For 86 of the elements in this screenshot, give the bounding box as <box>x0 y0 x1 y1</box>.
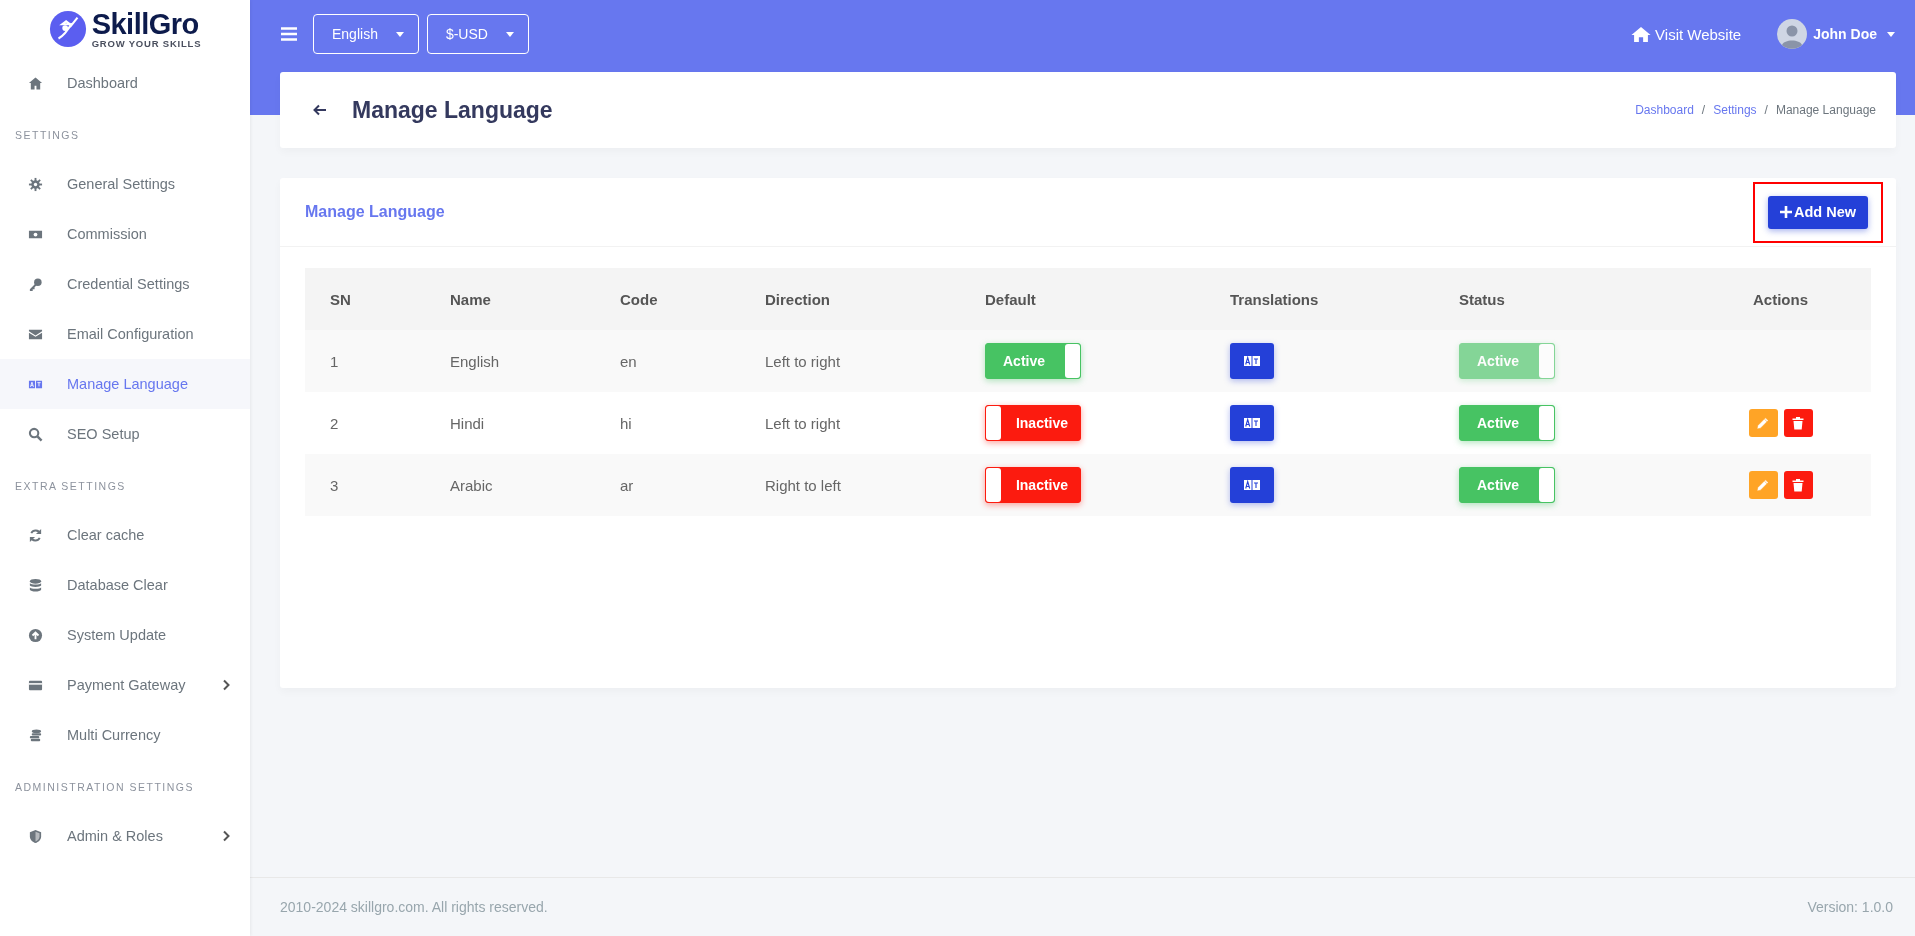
search-icon <box>28 426 43 442</box>
database-icon <box>28 577 43 593</box>
sidebar-item[interactable]: General Settings <box>0 159 250 209</box>
table-cell: Left to right <box>765 414 841 432</box>
sidebar-item[interactable]: Manage Language <box>0 359 250 409</box>
page-title: Manage Language <box>352 96 553 124</box>
coins-icon <box>28 727 43 743</box>
caret-icon <box>1887 31 1895 37</box>
sidebar-item[interactable]: Email Configuration <box>0 309 250 359</box>
sidebar-item[interactable]: Commission <box>0 209 250 259</box>
table-cell: Right to left <box>765 476 841 494</box>
column-header: Direction <box>765 290 830 308</box>
caret-icon <box>395 31 404 37</box>
logo-name: SkillGro <box>91 9 200 39</box>
sidebar-item[interactable]: Payment Gateway <box>0 660 250 710</box>
back-arrow-icon[interactable] <box>313 104 327 116</box>
column-header: SN <box>330 290 351 308</box>
sidebar-item[interactable]: Dashboard <box>0 58 250 108</box>
delete-button[interactable] <box>1783 471 1813 499</box>
table-cell: 3 <box>330 476 339 494</box>
plus-icon <box>1779 206 1792 218</box>
language-icon <box>1244 356 1260 366</box>
visit-website-link[interactable]: Visit Website <box>1631 25 1742 43</box>
table-cell: Hindi <box>450 414 485 432</box>
translations-button[interactable] <box>1230 343 1274 379</box>
pencil-icon <box>1756 416 1770 430</box>
key-icon <box>28 276 43 292</box>
delete-button[interactable] <box>1783 409 1813 437</box>
breadcrumb-link[interactable]: Settings <box>1713 103 1757 117</box>
currency-dropdown[interactable]: $-USD <box>426 14 529 54</box>
toggle-switch[interactable]: Inactive <box>985 405 1081 441</box>
chevron-right-icon <box>222 679 230 691</box>
sidebar-item[interactable]: Admin & Roles <box>0 811 250 861</box>
sidebar-section-heading: SETTINGS <box>14 128 81 143</box>
sidebar-item[interactable]: Credential Settings <box>0 259 250 309</box>
avatar-icon <box>1777 19 1808 49</box>
caret-icon <box>505 31 514 37</box>
table-cell: en <box>620 352 637 370</box>
refresh-icon <box>28 527 43 543</box>
table-cell: English <box>450 352 500 370</box>
chevron-right-icon <box>222 830 230 842</box>
menu-icon[interactable] <box>281 27 297 41</box>
sidebar-item[interactable]: Multi Currency <box>0 710 250 760</box>
shield-icon <box>28 828 43 844</box>
version-text: Version: 1.0.0 <box>1807 899 1893 915</box>
home-icon <box>28 75 43 91</box>
column-header: Default <box>985 290 1036 308</box>
language-icon <box>1244 418 1260 428</box>
language-dropdown[interactable]: English <box>313 14 419 54</box>
sidebar-item[interactable]: System Update <box>0 610 250 660</box>
sidebar-section-heading: ADMINISTRATION SETTINGS <box>14 780 195 795</box>
column-header: Actions <box>1753 290 1808 308</box>
home-icon <box>1631 25 1652 43</box>
table-cell: hi <box>620 414 632 432</box>
upload-icon <box>28 627 43 643</box>
copyright-text: 2010-2024 skillgro.com. All rights reserved. <box>280 899 548 915</box>
translations-button[interactable] <box>1230 467 1274 503</box>
language-icon <box>1244 480 1260 490</box>
trash-icon <box>1791 416 1805 430</box>
column-header: Code <box>620 290 658 308</box>
toggle-switch[interactable]: Inactive <box>985 467 1081 503</box>
sidebar-section-heading: EXTRA SETTINGS <box>14 479 127 494</box>
logo-tagline: GROW YOUR SKILLS <box>91 38 202 49</box>
trash-icon <box>1791 478 1805 492</box>
user-menu[interactable]: John Doe <box>1777 19 1895 49</box>
card-title: Manage Language <box>305 203 445 221</box>
logo-icon <box>48 10 87 48</box>
table-cell: 1 <box>330 352 339 370</box>
breadcrumb-separator: / <box>1764 103 1768 117</box>
translations-button[interactable] <box>1230 405 1274 441</box>
column-header: Translations <box>1230 290 1319 308</box>
pencil-icon <box>1756 478 1770 492</box>
breadcrumb-current: Manage Language <box>1775 103 1876 117</box>
breadcrumb-separator: / <box>1701 103 1706 117</box>
column-header: Status <box>1459 290 1505 308</box>
table-cell: Arabic <box>450 476 493 494</box>
sidebar-item[interactable]: SEO Setup <box>0 409 250 459</box>
table-cell: ar <box>620 476 634 494</box>
sidebar-item[interactable]: Clear cache <box>0 510 250 560</box>
table-cell: Left to right <box>765 352 841 370</box>
column-header: Name <box>450 290 491 308</box>
sidebar-item[interactable]: Database Clear <box>0 560 250 610</box>
add-new-button[interactable]: Add New <box>1767 195 1868 229</box>
gear-icon <box>28 176 43 192</box>
breadcrumb-link[interactable]: Dashboard <box>1635 103 1694 117</box>
table-cell: 2 <box>330 414 339 432</box>
